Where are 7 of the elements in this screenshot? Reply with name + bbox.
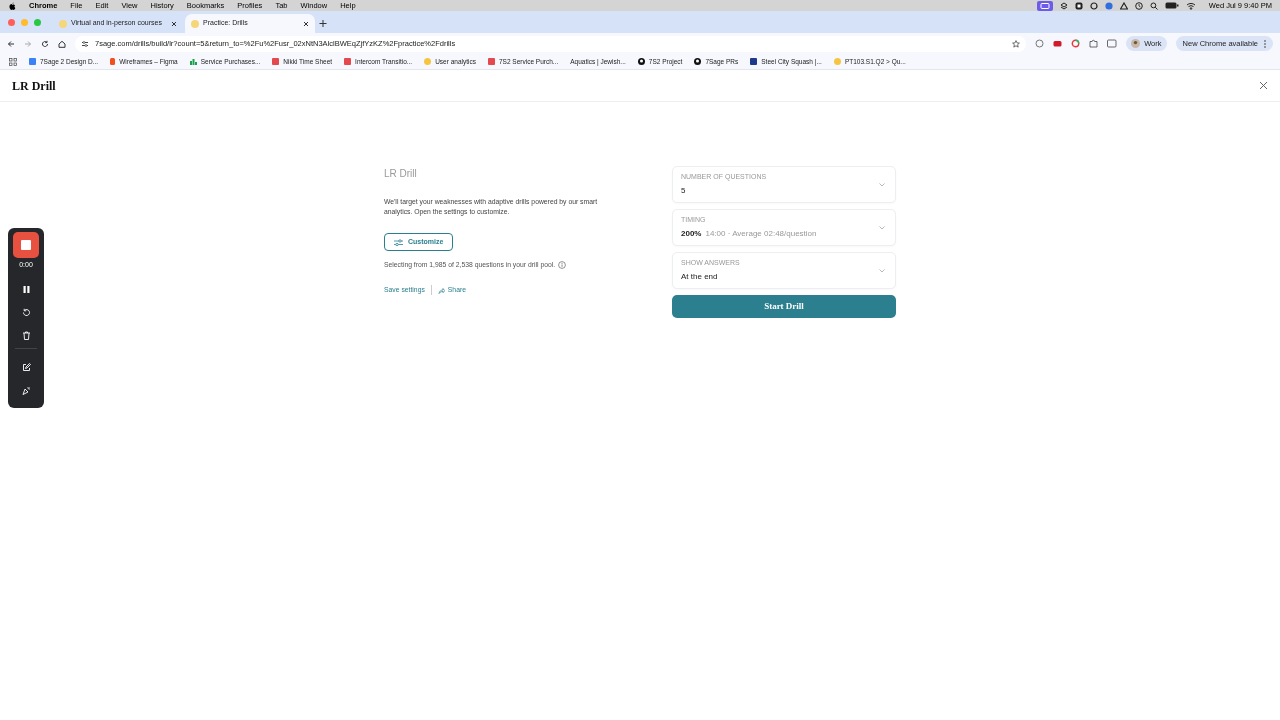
setting-value: 5 bbox=[681, 185, 686, 198]
setting-detail: 14:00 · Average 02:48/question bbox=[705, 228, 817, 241]
page-title: LR Drill bbox=[12, 77, 56, 95]
setting-value: 200% bbox=[681, 228, 702, 241]
setting-value: At the end bbox=[681, 271, 718, 284]
drill-heading: LR Drill bbox=[384, 167, 418, 181]
start-drill-button[interactable]: Start Drill bbox=[672, 295, 896, 318]
